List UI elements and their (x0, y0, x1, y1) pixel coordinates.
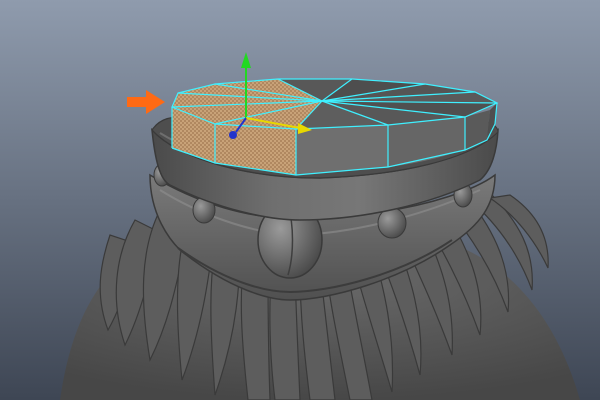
viewport-scene[interactable] (0, 0, 600, 400)
cap-side-face[interactable] (296, 125, 388, 175)
maya-3d-viewport[interactable] (0, 0, 600, 400)
manipulator-z-handle-icon[interactable] (229, 131, 237, 139)
